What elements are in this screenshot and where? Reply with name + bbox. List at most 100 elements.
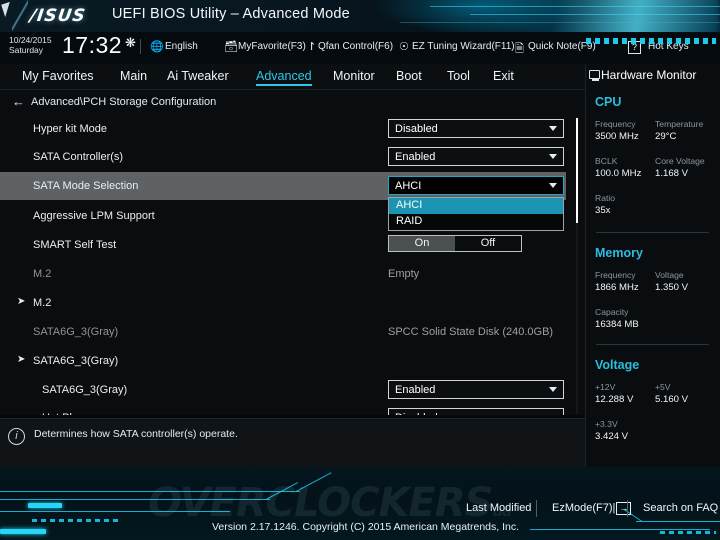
lightbulb-icon: ☉ [399, 40, 409, 53]
setting-label: Hyper kit Mode [33, 123, 107, 135]
hw-section-title-voltage: Voltage [595, 358, 639, 372]
gear-icon[interactable]: ❋ [125, 35, 136, 51]
tab-advanced[interactable]: Advanced [256, 69, 312, 86]
hw-value-core-voltage: 1.168 V [655, 168, 688, 179]
chevron-down-icon [549, 183, 557, 188]
hw-value-5v: 5.160 V [655, 394, 688, 405]
setting-label: SATA6G_3(Gray) [33, 326, 118, 338]
window-title: UEFI BIOS Utility – Advanced Mode [112, 6, 350, 22]
hw-value-cpu-temperature: 29°C [655, 131, 676, 142]
combo-value: Enabled [395, 151, 435, 163]
breadcrumb-bar: ← Advanced\PCH Storage Configuration [0, 90, 585, 115]
watermark: OVERCLOCKERSua [148, 480, 511, 526]
toolbar-item-eztuning[interactable]: EZ Tuning Wizard(F11) [412, 41, 515, 52]
bottom-divider-2 [627, 500, 628, 517]
tab-main[interactable]: Main [120, 69, 147, 83]
setting-label: M.2 [33, 297, 51, 309]
hw-divider-2 [596, 344, 709, 345]
system-date: 10/24/2015 Saturday [9, 35, 52, 55]
chevron-down-icon [549, 154, 557, 159]
hw-label-capacity: Capacity [595, 307, 628, 317]
tab-monitor[interactable]: Monitor [333, 69, 375, 83]
ezmode-button[interactable]: EzMode(F7)|→ [552, 502, 631, 515]
hot-plug-combo[interactable]: Disabled [388, 408, 564, 415]
hw-value-capacity: 16384 MB [595, 319, 639, 330]
hw-section-title-cpu: CPU [595, 95, 621, 109]
setting-label: SMART Self Test [33, 239, 116, 251]
sata-controllers-combo[interactable]: Enabled [388, 147, 564, 166]
setting-label: SATA6G_3(Gray) [33, 355, 118, 367]
help-text: Determines how SATA controller(s) operat… [34, 428, 238, 440]
hw-label-cpu-temperature: Temperature [655, 119, 703, 129]
toolbar-item-qfan[interactable]: Qfan Control(F6) [318, 41, 393, 52]
hw-value-33v: 3.424 V [595, 431, 628, 442]
favorite-star-icon: 🗃 [224, 40, 238, 53]
expander-arrow-icon: ➤ [17, 296, 25, 307]
setting-value: Empty [388, 268, 419, 280]
bottom-deco-line-5 [636, 521, 720, 522]
setting-row-sata6g3-info: SATA6G_3(Gray) SPCC Solid State Disk (24… [0, 318, 566, 346]
hw-label-ratio: Ratio [595, 193, 615, 203]
title-deco-line-3 [400, 22, 720, 23]
title-deco-line-1 [430, 6, 720, 7]
watermark-text: OVERCLOCKERS [148, 480, 492, 526]
bottom-divider-1 [536, 500, 537, 517]
tab-my-favorites[interactable]: My Favorites [22, 69, 94, 83]
hyper-kit-mode-combo[interactable]: Disabled [388, 119, 564, 138]
date-value: 10/24/2015 [9, 35, 52, 45]
hw-label-33v: +3.3V [595, 419, 618, 429]
hw-label-memory-voltage: Voltage [655, 270, 684, 280]
sata-mode-selection-combo[interactable]: AHCI [388, 176, 564, 195]
combo-value: Disabled [395, 123, 438, 135]
monitor-icon [589, 70, 600, 79]
system-time: 17:32 [62, 33, 122, 58]
toggle-on-option[interactable]: On [389, 236, 455, 251]
settings-scrollbar-thumb[interactable] [576, 118, 578, 223]
dropdown-option-ahci[interactable]: AHCI [389, 198, 563, 214]
combo-value: Enabled [395, 384, 435, 396]
hw-label-5v: +5V [655, 382, 671, 392]
setting-label: Hot Plug [42, 412, 84, 415]
back-arrow-icon[interactable]: ← [12, 94, 25, 109]
tab-exit[interactable]: Exit [493, 69, 514, 83]
hw-value-memory-frequency: 1866 MHz [595, 282, 639, 293]
search-on-faq-button[interactable]: Search on FAQ [643, 502, 718, 514]
hw-value-memory-voltage: 1.350 V [655, 282, 688, 293]
bios-screen: /ISUS UEFI BIOS Utility – Advanced Mode … [0, 0, 720, 540]
toolbar-item-myfavorite[interactable]: MyFavorite(F3) [238, 41, 306, 52]
sata-mode-dropdown[interactable]: AHCI RAID [388, 197, 564, 231]
dropdown-option-raid[interactable]: RAID [389, 214, 563, 230]
chevron-down-icon [549, 387, 557, 392]
hw-divider-1 [596, 232, 709, 233]
breadcrumb: Advanced\PCH Storage Configuration [31, 96, 216, 108]
title-glow-decoration [420, 0, 720, 32]
smart-self-test-toggle[interactable]: On Off [388, 235, 522, 252]
tab-boot[interactable]: Boot [396, 69, 422, 83]
fan-icon: ↾ [307, 40, 316, 53]
toggle-off-option[interactable]: Off [455, 236, 521, 251]
setting-label: M.2 [33, 268, 51, 280]
expander-arrow-icon: ➤ [17, 354, 25, 365]
asus-slash-decoration [12, 0, 28, 31]
setting-label: SATA Mode Selection [33, 180, 138, 192]
title-bar: /ISUS UEFI BIOS Utility – Advanced Mode [0, 0, 720, 32]
toolbar-dot-decoration [586, 38, 716, 44]
setting-value: SPCC Solid State Disk (240.0GB) [388, 326, 553, 338]
last-modified-button[interactable]: Last Modified [466, 502, 531, 514]
toolbar-item-english[interactable]: English [165, 41, 198, 52]
bottom-deco-bar-1 [28, 503, 62, 508]
tab-tool[interactable]: Tool [447, 69, 470, 83]
setting-row-sata6g3-submenu[interactable]: ➤ SATA6G_3(Gray) [0, 347, 566, 375]
bottom-deco-bar-2 [0, 529, 46, 534]
hw-section-title-memory: Memory [595, 246, 643, 260]
sata6g3-enable-combo[interactable]: Enabled [388, 380, 564, 399]
hw-label-memory-frequency: Frequency [595, 270, 636, 280]
hw-value-ratio: 35x [595, 205, 610, 216]
hw-label-bclk: BCLK [595, 156, 617, 166]
setting-row-m2-submenu[interactable]: ➤ M.2 [0, 289, 566, 317]
chevron-down-icon [549, 126, 557, 131]
hw-value-12v: 12.288 V [595, 394, 633, 405]
tab-ai-tweaker[interactable]: Ai Tweaker [167, 69, 229, 83]
setting-label: Aggressive LPM Support [33, 210, 155, 222]
combo-value: Disabled [395, 412, 438, 415]
